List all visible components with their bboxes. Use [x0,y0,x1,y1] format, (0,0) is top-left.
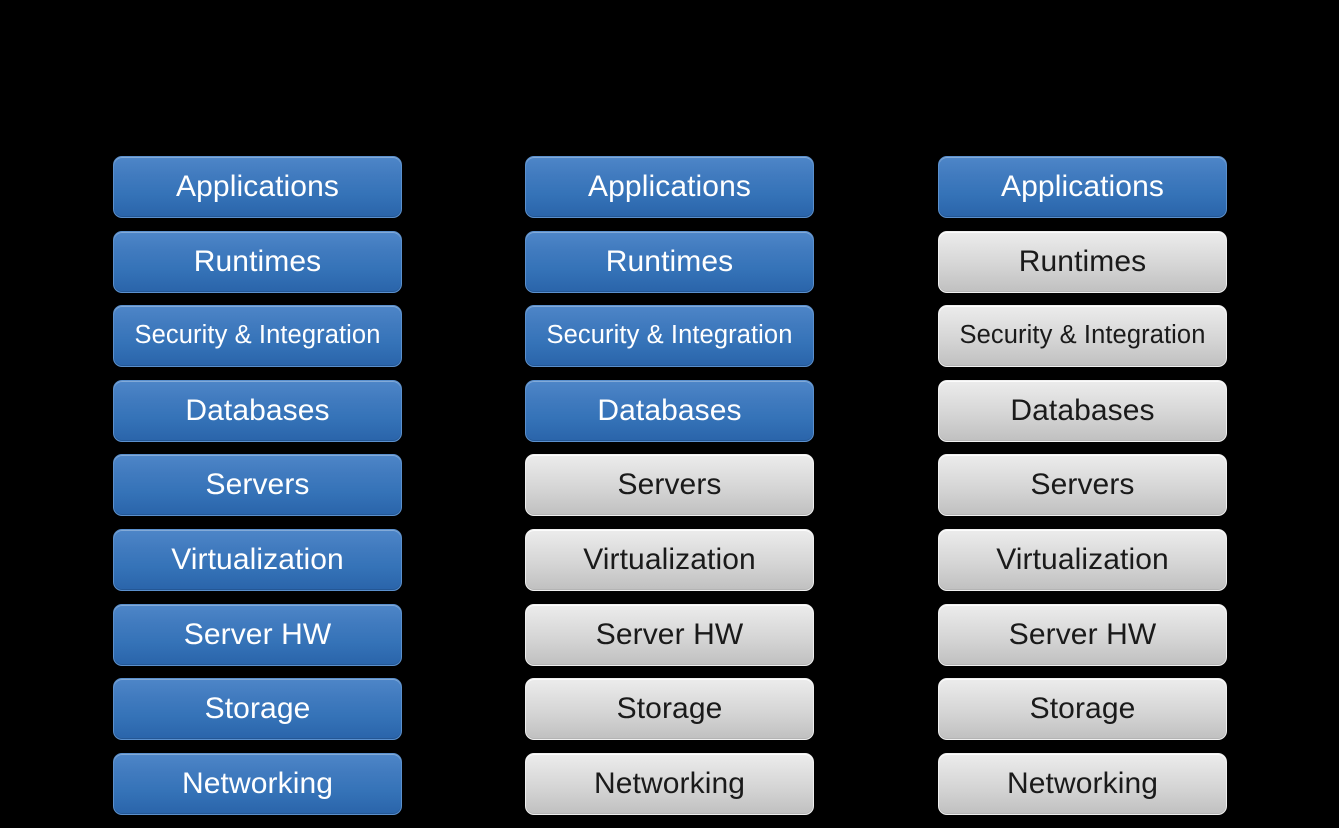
layer-box-databases[interactable]: Databases [525,379,814,442]
layer-box-security-integration[interactable]: Security & Integration [113,305,402,368]
layer-box-applications[interactable]: Applications [938,156,1227,218]
layer-label: Databases [1010,393,1155,427]
layer-box-servers[interactable]: Servers [938,454,1227,517]
layer-label: Applications [588,170,751,203]
layer-box-servers[interactable]: Servers [113,454,402,517]
layer-label: Storage [1029,692,1136,726]
layer-label: Virtualization [171,542,344,576]
layer-label: Runtimes [1018,244,1147,278]
layer-label: Servers [1030,468,1135,502]
layer-box-storage[interactable]: Storage [113,678,402,741]
layer-label: Storage [616,692,723,726]
layer-label: Security & Integration [959,321,1206,350]
layer-box-virtualization[interactable]: Virtualization [525,528,814,591]
layer-label: Security & Integration [546,321,793,350]
layer-label: Networking [593,766,746,800]
layer-label: Server HW [1008,617,1157,651]
layer-box-databases[interactable]: Databases [113,379,402,442]
layer-label: Storage [204,692,311,726]
layer-label: Server HW [595,617,744,651]
layer-box-server-hw[interactable]: Server HW [113,603,402,666]
stack-column-3: Applications Runtimes Security & Integrati… [938,156,1227,815]
layer-label: Applications [1001,170,1164,203]
layer-box-applications[interactable]: Applications [113,156,402,218]
layer-label: Networking [181,766,334,800]
layer-box-virtualization[interactable]: Virtualization [938,528,1227,591]
layer-label: Virtualization [996,542,1169,576]
layer-box-runtimes[interactable]: Runtimes [938,230,1227,293]
layer-box-runtimes[interactable]: Runtimes [113,230,402,293]
layer-label: Networking [1006,766,1159,800]
layer-label: Runtimes [605,244,734,278]
layer-label: Servers [617,468,722,502]
layer-box-applications[interactable]: Applications [525,156,814,218]
layer-label: Databases [185,393,330,427]
layer-box-security-integration[interactable]: Security & Integration [938,305,1227,368]
layer-label: Runtimes [193,244,322,278]
layer-box-storage[interactable]: Storage [525,678,814,741]
layer-label: Databases [597,393,742,427]
stack-column-2: Applications Runtimes Security & Integrati… [525,156,814,815]
layer-box-virtualization[interactable]: Virtualization [113,528,402,591]
layer-label: Security & Integration [134,321,381,350]
layer-label: Applications [176,170,339,203]
layer-box-networking[interactable]: Networking [525,752,814,815]
layer-box-server-hw[interactable]: Server HW [938,603,1227,666]
layer-label: Servers [205,468,310,502]
layer-box-security-integration[interactable]: Security & Integration [525,305,814,368]
layer-box-servers[interactable]: Servers [525,454,814,517]
layer-box-storage[interactable]: Storage [938,678,1227,741]
layer-box-runtimes[interactable]: Runtimes [525,230,814,293]
layer-box-server-hw[interactable]: Server HW [525,603,814,666]
cloud-stack-diagram: Applications Runtimes Security & Integrati… [0,0,1339,828]
layer-label: Server HW [183,617,332,651]
layer-label: Virtualization [583,542,756,576]
layer-box-networking[interactable]: Networking [938,752,1227,815]
stack-column-1: Applications Runtimes Security & Integrati… [113,156,402,815]
layer-box-databases[interactable]: Databases [938,379,1227,442]
layer-box-networking[interactable]: Networking [113,752,402,815]
